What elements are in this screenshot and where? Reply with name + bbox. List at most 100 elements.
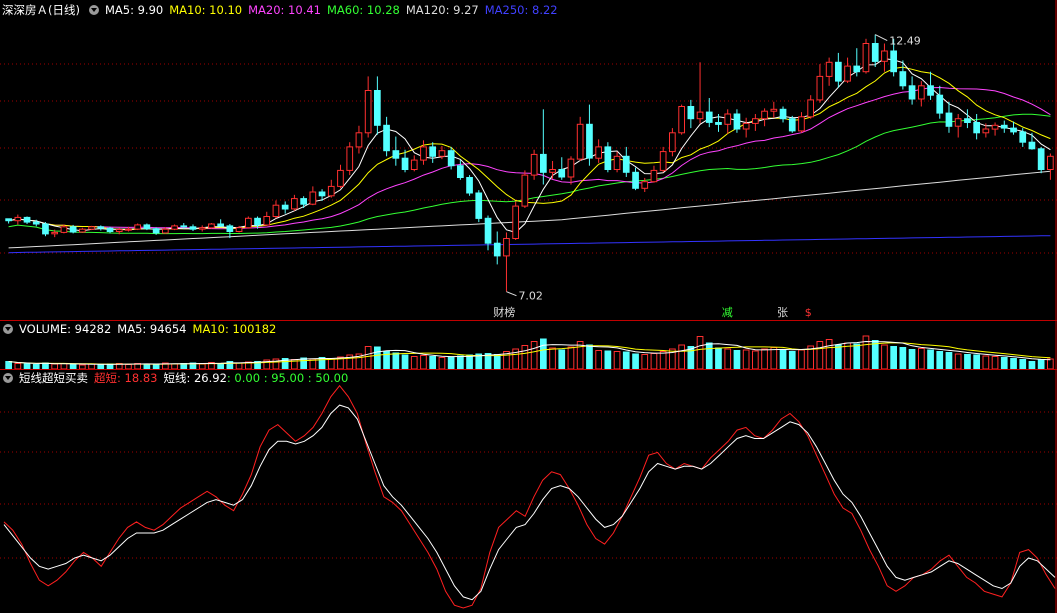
candle-body — [60, 226, 68, 233]
ma120-label: MA120: 9.27 — [405, 3, 479, 17]
candle-body — [650, 169, 658, 183]
chaoduan-label: 超短: 18.83 — [94, 371, 158, 385]
volume-bar — [1019, 359, 1027, 370]
volume-bar — [632, 353, 639, 370]
candle-body — [954, 118, 962, 127]
candle-body — [973, 122, 980, 134]
volume-bar — [918, 348, 925, 370]
high-pointer — [875, 34, 888, 42]
volume-bar — [493, 354, 501, 370]
ma250-label: MA250: 8.22 — [484, 3, 558, 17]
candle-body — [457, 165, 464, 178]
candle-body — [595, 146, 602, 159]
candle-body — [346, 146, 354, 171]
ma250-line — [8, 235, 1051, 254]
candle-body — [788, 118, 796, 132]
candle-body — [549, 169, 556, 173]
candle-body — [881, 50, 888, 62]
candle-body — [687, 106, 695, 120]
candle-body — [1019, 131, 1027, 143]
candle-body — [844, 65, 851, 82]
volume-bar — [410, 356, 418, 370]
candle-body — [1000, 124, 1008, 129]
volume-bar — [853, 343, 861, 370]
ma120-line — [8, 170, 1051, 249]
candle-body — [162, 228, 169, 234]
candle-body — [198, 227, 206, 230]
volume-bar — [1000, 357, 1008, 370]
candle-body — [540, 153, 547, 173]
duanxian-label: 短线: 26.92 — [163, 371, 227, 385]
volume-bar — [567, 346, 575, 370]
candle-body — [475, 192, 483, 219]
candle-body — [189, 226, 197, 230]
volume-label: VOLUME: 94282 — [19, 322, 112, 336]
volume-ma5-label: MA5: 94654 — [117, 322, 187, 336]
volume-bar — [871, 340, 879, 370]
event-marker-2: 张 — [777, 306, 788, 319]
candle-body — [899, 71, 907, 87]
candle-body — [604, 146, 612, 170]
candle-body — [309, 191, 317, 205]
candle-body — [908, 85, 916, 100]
volume-bar — [761, 348, 768, 370]
volume-bar — [622, 351, 630, 370]
candle-body — [171, 225, 178, 230]
candle-body — [705, 111, 713, 123]
candle-body — [272, 204, 280, 217]
volume-bar — [678, 344, 685, 370]
candle-body — [1028, 141, 1036, 150]
candle-body — [106, 227, 114, 232]
candle-body — [466, 177, 473, 194]
volume-bar — [530, 341, 538, 370]
candle-body — [14, 216, 22, 222]
candle-body — [217, 223, 225, 227]
volume-bar — [1047, 358, 1054, 370]
ma5-line — [8, 58, 1051, 233]
candle-body — [936, 94, 944, 114]
candle-body — [23, 216, 31, 223]
candle-body — [512, 205, 519, 240]
candle-body — [945, 112, 953, 127]
indicator-dropdown-icon[interactable] — [3, 373, 13, 383]
candle-body — [696, 111, 704, 120]
high-price-label: 12.49 — [889, 35, 921, 48]
volume-bar — [392, 352, 400, 370]
event-marker-3: $ — [805, 306, 812, 319]
candle-body — [982, 128, 990, 134]
candle-body — [69, 226, 77, 233]
candle-body — [429, 146, 436, 157]
ma20-line — [8, 86, 1051, 230]
candle-body — [816, 75, 824, 101]
volume-bar — [945, 352, 953, 370]
candle-body — [410, 159, 418, 171]
candle-body — [401, 157, 409, 170]
volume-bar — [641, 354, 649, 370]
legend-dropdown-icon[interactable] — [88, 5, 99, 15]
indicator-levels: : 0.00 : 95.00 : 50.00 — [226, 371, 349, 385]
stock-chart-canvas: 12.49 7.02财榜 减 张 $ — [0, 0, 1057, 613]
volume-bar — [752, 350, 759, 370]
volume-bar — [558, 349, 566, 370]
volume-bar — [327, 358, 335, 370]
volume-bar — [457, 355, 464, 370]
candle-body — [1010, 127, 1017, 133]
candle-body — [51, 231, 58, 235]
candle-body — [733, 113, 741, 130]
candle-body — [226, 225, 234, 232]
candle-body — [835, 61, 842, 82]
volume-dropdown-icon[interactable] — [3, 324, 13, 334]
volume-bar — [1037, 359, 1045, 370]
candle-body — [669, 132, 676, 153]
candle-body — [263, 216, 271, 226]
candle-body — [327, 185, 335, 197]
candle-body — [79, 228, 86, 233]
candle-body — [853, 65, 861, 73]
candle-body — [825, 61, 833, 77]
volume-bar — [936, 351, 944, 370]
volume-bar — [705, 342, 713, 370]
volume-bar — [770, 347, 778, 370]
volume-bar — [540, 338, 547, 370]
volume-bar — [982, 355, 990, 370]
volume-bar — [364, 346, 372, 370]
